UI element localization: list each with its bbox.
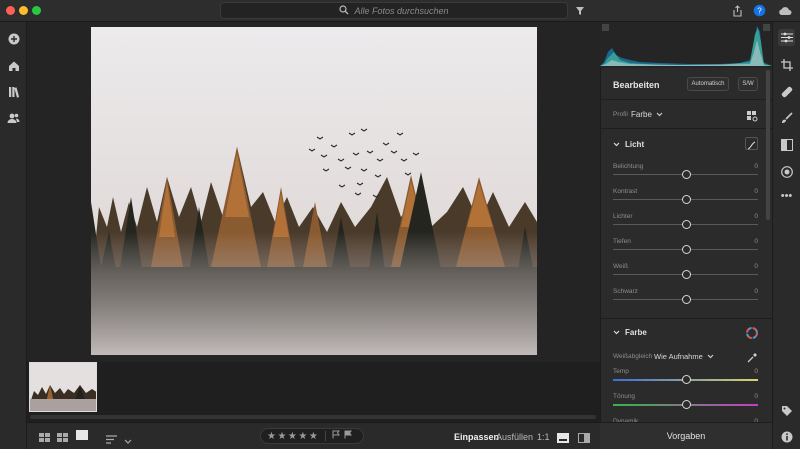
search-placeholder: Alle Fotos durchsuchen: [354, 5, 449, 16]
panel-title: Bearbeiten: [613, 80, 660, 90]
slider-value[interactable]: 0: [740, 393, 758, 400]
white-balance-dropdown[interactable]: Wie Aufnahme: [654, 352, 714, 361]
crop-icon[interactable]: [778, 56, 795, 73]
filmstrip-thumbnail[interactable]: [29, 362, 97, 412]
slider-label: Belichtung: [613, 163, 644, 170]
divider: [600, 128, 772, 129]
presets-button[interactable]: Vorgaben: [600, 422, 772, 449]
slider-label: Weiß: [613, 263, 629, 270]
chevron-down-icon: [656, 110, 663, 119]
slider-handle[interactable]: [682, 375, 691, 384]
slider-label: Lichter: [613, 213, 633, 220]
slider-handle[interactable]: [682, 270, 691, 279]
slider-handle[interactable]: [682, 195, 691, 204]
slider-value[interactable]: 0: [740, 288, 758, 295]
brush-icon[interactable]: [778, 109, 795, 126]
home-icon[interactable]: [5, 57, 22, 74]
rating-flag-bar: ★★★★★: [260, 428, 364, 444]
left-rail: [0, 22, 27, 449]
filmstrip-scrollbar[interactable]: [30, 415, 596, 419]
bw-button[interactable]: S/W: [738, 77, 758, 91]
chevron-down-icon[interactable]: [124, 432, 132, 444]
tone-curve-icon[interactable]: [745, 137, 758, 150]
light-section-title: Licht: [625, 140, 645, 149]
light-section-header[interactable]: Licht: [613, 140, 644, 149]
slider-label: Tiefen: [613, 238, 631, 245]
main-photo[interactable]: [91, 27, 537, 355]
share-icon[interactable]: [730, 3, 745, 18]
histogram: [600, 22, 772, 68]
zoom-1-1-option[interactable]: 1:1: [537, 432, 550, 442]
white-balance-label: Weißabgleich: [613, 353, 653, 360]
photo-grid-view-icon[interactable]: [57, 430, 69, 442]
tag-icon[interactable]: [778, 402, 795, 419]
edit-sliders-icon[interactable]: [778, 29, 795, 46]
profile-value: Farbe: [631, 110, 652, 119]
svg-text:?: ?: [757, 7, 762, 16]
slider-value[interactable]: 0: [740, 238, 758, 245]
fit-option[interactable]: Einpassen: [454, 432, 499, 442]
eyedropper-icon[interactable]: [747, 350, 758, 363]
slider-value[interactable]: 0: [740, 263, 758, 270]
lightroom-window: Alle Fotos durchsuchen ? ★★★★★ Einpassen…: [0, 0, 800, 449]
slider-label: Kontrast: [613, 188, 638, 195]
info-icon[interactable]: [778, 428, 795, 445]
search-field[interactable]: Alle Fotos durchsuchen: [220, 2, 568, 19]
panel-scrollbar[interactable]: [766, 70, 770, 220]
color-section-header[interactable]: Farbe: [613, 328, 647, 337]
profile-dropdown[interactable]: Farbe: [631, 110, 663, 119]
color-mixer-icon[interactable]: [746, 326, 758, 339]
slider-label: Schwarz: [613, 288, 638, 295]
help-icon[interactable]: ?: [752, 3, 767, 18]
auto-button[interactable]: Automatisch: [687, 77, 729, 91]
slider-value[interactable]: 0: [740, 188, 758, 195]
fill-option[interactable]: Ausfüllen: [496, 432, 533, 442]
slider-handle[interactable]: [682, 245, 691, 254]
compare-view-icon[interactable]: [557, 430, 569, 443]
filmstrip: [27, 362, 600, 422]
reject-flag-icon[interactable]: [344, 430, 353, 442]
minimize-window-button[interactable]: [19, 6, 28, 15]
profile-browser-icon[interactable]: [747, 109, 758, 122]
cloud-icon[interactable]: [776, 3, 793, 18]
filter-icon[interactable]: [572, 3, 587, 18]
slider-label: Temp: [613, 368, 629, 375]
add-photos-icon[interactable]: [5, 30, 22, 47]
title-bar: Alle Fotos durchsuchen ?: [0, 0, 800, 22]
close-window-button[interactable]: [6, 6, 15, 15]
divider: [600, 99, 772, 100]
profile-label: Profil: [613, 111, 628, 118]
star-rating[interactable]: ★★★★★: [267, 431, 319, 442]
linear-gradient-icon[interactable]: [778, 136, 795, 153]
slider-handle[interactable]: [682, 220, 691, 229]
chevron-down-icon: [707, 352, 714, 361]
slider-value[interactable]: 0: [740, 368, 758, 375]
divider: [325, 431, 327, 441]
more-icon[interactable]: •••: [778, 187, 795, 204]
chevron-down-icon: [613, 140, 620, 149]
slider-handle[interactable]: [682, 170, 691, 179]
people-icon[interactable]: [5, 109, 22, 126]
flag-icon[interactable]: [332, 430, 341, 442]
divider: [600, 318, 772, 319]
radial-gradient-icon[interactable]: [778, 163, 795, 180]
sort-icon[interactable]: [106, 431, 118, 444]
slider-value[interactable]: 0: [740, 163, 758, 170]
slider-handle[interactable]: [682, 295, 691, 304]
library-icon[interactable]: [5, 83, 22, 100]
detail-view-icon[interactable]: [76, 430, 88, 440]
color-section-title: Farbe: [625, 328, 647, 337]
slider-label: Tönung: [613, 393, 636, 400]
slider-value[interactable]: 0: [740, 213, 758, 220]
search-icon: [339, 4, 349, 17]
healing-icon[interactable]: [778, 83, 795, 100]
square-grid-view-icon[interactable]: [39, 430, 51, 442]
slider-handle[interactable]: [682, 400, 691, 409]
white-balance-value: Wie Aufnahme: [654, 352, 703, 361]
chevron-down-icon: [613, 328, 620, 337]
zoom-window-button[interactable]: [32, 6, 41, 15]
before-after-icon[interactable]: [578, 430, 590, 443]
